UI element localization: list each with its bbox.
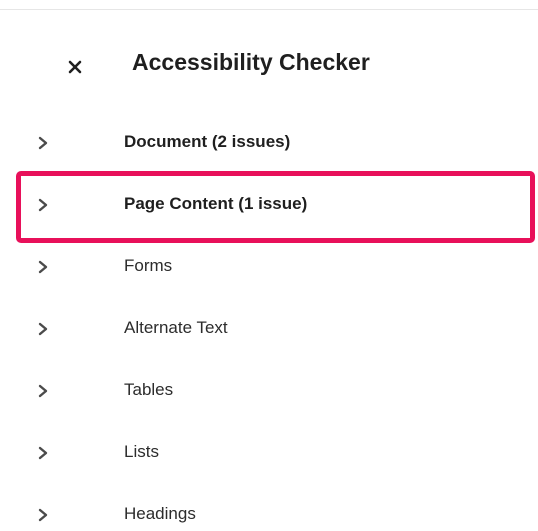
category-label: Headings <box>124 504 196 523</box>
category-label: Document (2 issues) <box>124 132 291 151</box>
category-item-headings[interactable]: Headings <box>0 484 538 531</box>
panel-title: Accessibility Checker <box>132 49 370 75</box>
category-item-alternate-text[interactable]: Alternate Text <box>0 298 538 360</box>
chevron-right-icon <box>38 136 48 150</box>
category-label: Forms <box>124 256 173 275</box>
category-item-document[interactable]: Document (2 issues) <box>0 112 538 174</box>
category-item-lists[interactable]: Lists <box>0 422 538 484</box>
chevron-right-icon <box>38 508 48 522</box>
category-list: Document (2 issues) Page Content (1 issu… <box>0 112 538 531</box>
panel-header: Accessibility Checker <box>0 46 538 86</box>
accessibility-checker-panel: Accessibility Checker Document (2 issues… <box>0 0 538 531</box>
chevron-right-icon <box>38 260 48 274</box>
category-item-tables[interactable]: Tables <box>0 360 538 422</box>
category-label: Page Content (1 issue) <box>124 194 308 213</box>
chevron-right-icon <box>38 322 48 336</box>
chevron-right-icon <box>38 446 48 460</box>
top-divider <box>0 0 538 10</box>
chevron-right-icon <box>38 384 48 398</box>
category-item-page-content[interactable]: Page Content (1 issue) <box>0 174 538 236</box>
category-label: Alternate Text <box>124 318 228 337</box>
category-label: Lists <box>124 442 159 461</box>
chevron-right-icon <box>38 198 48 212</box>
close-button[interactable] <box>64 56 86 78</box>
category-item-forms[interactable]: Forms <box>0 236 538 298</box>
category-label: Tables <box>124 380 174 399</box>
close-icon <box>68 60 82 74</box>
